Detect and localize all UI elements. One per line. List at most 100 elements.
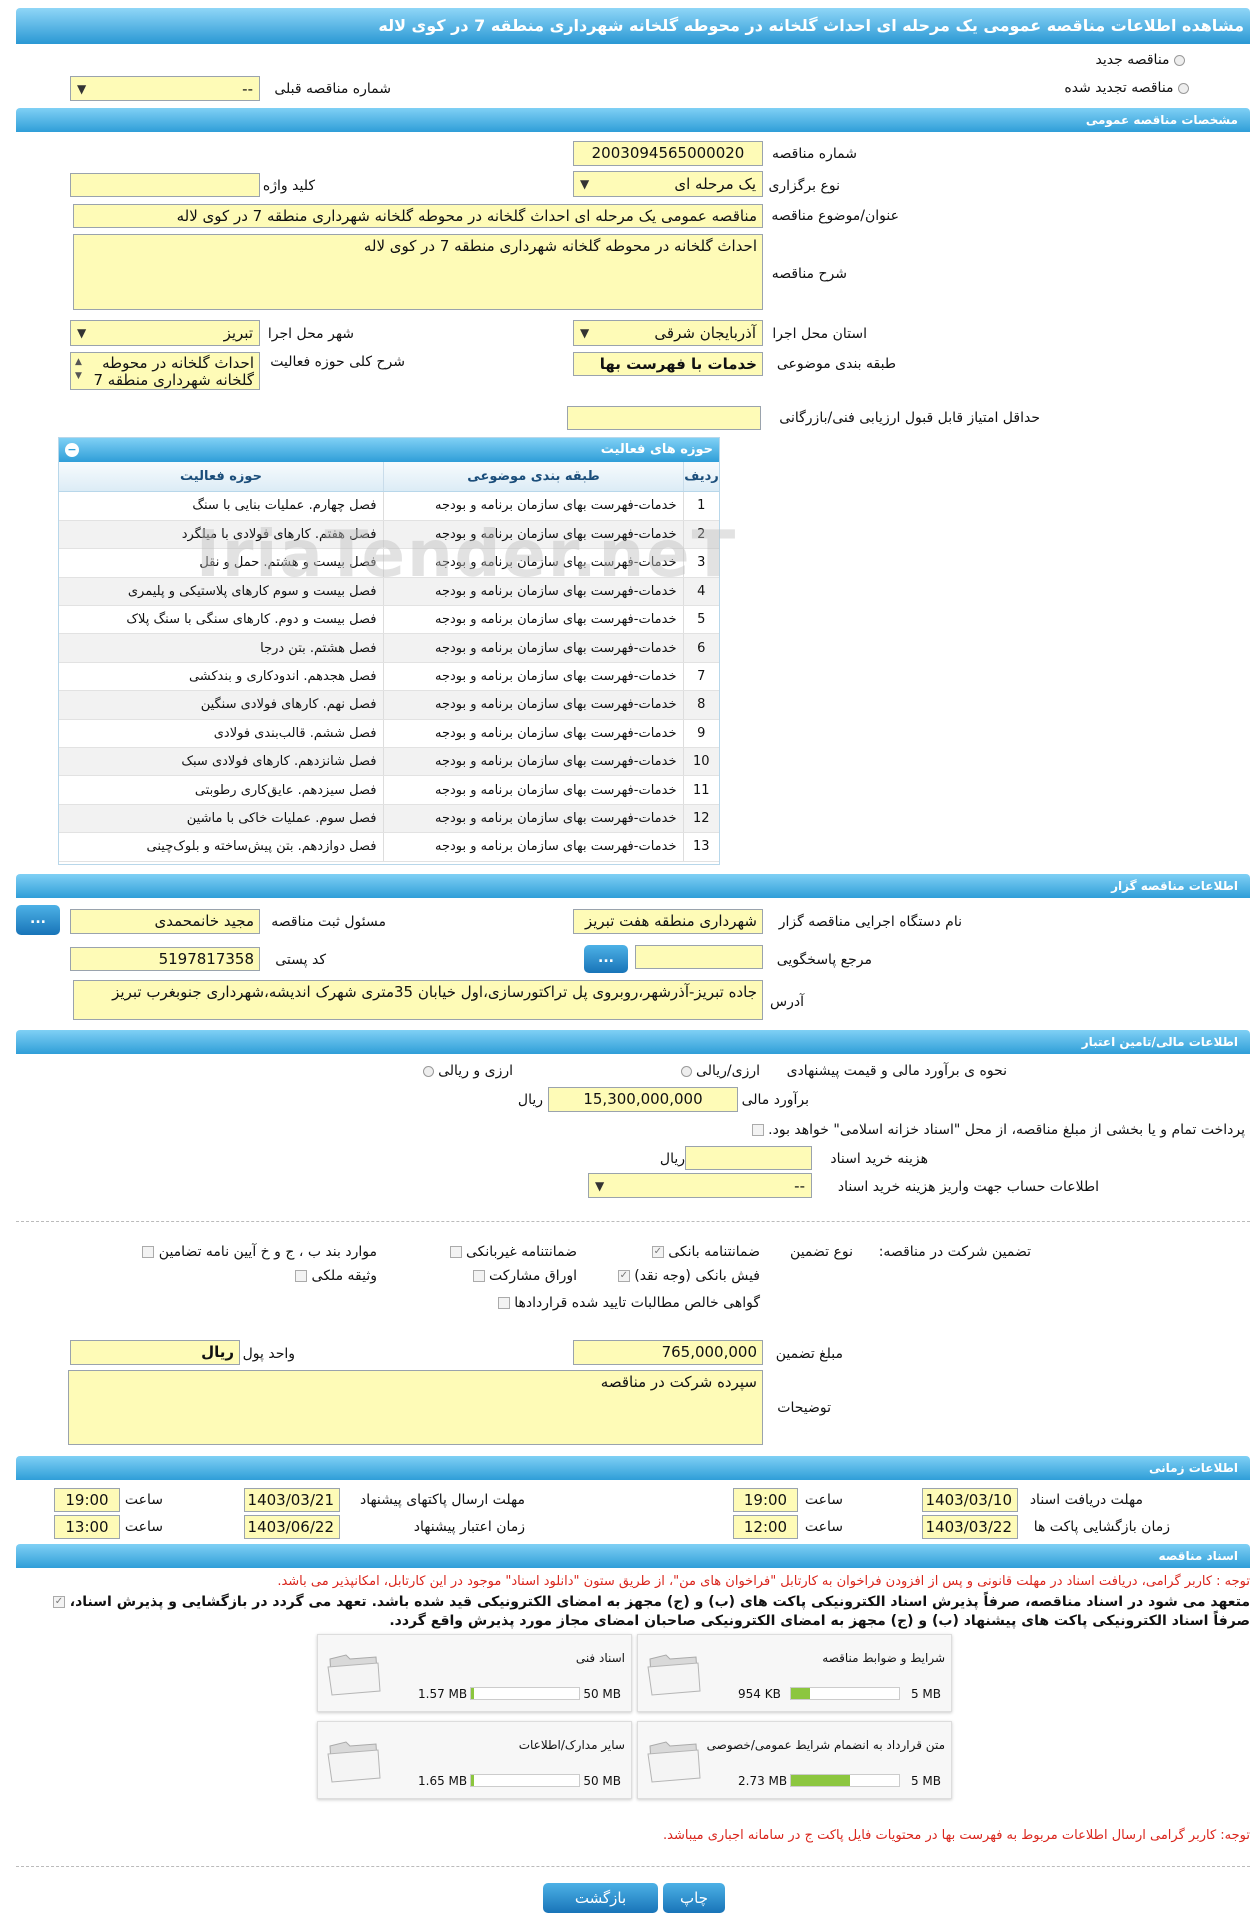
section-general-title: مشخصات مناقصه عمومی — [1085, 113, 1238, 127]
activity-desc-value: احداث گلخانه در محوطه گلخانه شهرداری منط… — [93, 354, 254, 389]
activity-desc-field[interactable]: احداث گلخانه در محوطه گلخانه شهرداری منط… — [70, 352, 260, 390]
opt-cert[interactable]: گواهی خالص مطالبات تایید شده قراردادها — [497, 1295, 760, 1311]
opt-cert-checkbox[interactable] — [497, 1297, 510, 1309]
document-card[interactable]: اسناد فنی 50 MB 1.57 MB — [317, 1634, 632, 1712]
category-field: خدمات با فهرست بها — [573, 352, 763, 376]
document-size: 1.65 MB — [418, 1774, 468, 1788]
ref-dots-button[interactable]: ... — [584, 945, 628, 973]
tender-number-label: شماره مناقصه — [772, 146, 857, 162]
ref-field — [635, 945, 763, 969]
col-activity: حوزه فعالیت — [180, 469, 262, 484]
province-label: استان محل اجرا — [772, 326, 867, 342]
min-score-label: حداقل امتیاز قابل قبول ارزیابی فنی/بازرگ… — [779, 410, 1040, 426]
document-progress-fill — [791, 1688, 811, 1699]
province-select[interactable]: آذربایجان شرقی ▼ — [573, 320, 763, 346]
radio-new-circle[interactable] — [1174, 54, 1185, 66]
method-opt2-label: ارزی و ریالی — [438, 1063, 513, 1079]
radio-renewed[interactable]: مناقصه تجدید شده — [1064, 80, 1189, 96]
send-date: 1403/03/21 — [244, 1488, 340, 1512]
opt-nonbank[interactable]: ضمانتنامه غیربانکی — [449, 1244, 577, 1260]
row-category: خدمات-فهرست بهای سازمان برنامه و بودجه — [382, 605, 683, 635]
row-category: خدمات-فهرست بهای سازمان برنامه و بودجه — [382, 832, 683, 862]
open-date: 1403/03/22 — [922, 1515, 1018, 1539]
opt-nonbank-checkbox[interactable] — [449, 1246, 462, 1258]
scroll-arrows-icon[interactable]: ▲ ▼ — [75, 355, 82, 383]
postal-label: کد پستی — [275, 952, 326, 968]
prev-number-value: -- — [242, 80, 253, 98]
opt-bonds-checkbox[interactable] — [472, 1270, 485, 1282]
opt-bank-checkbox[interactable]: ✓ — [651, 1246, 664, 1258]
commit-line1-text: متعهد می شود در اسناد مناقصه، صرفاً پذیر… — [69, 1594, 1250, 1610]
method-opt1[interactable]: ارزی/ریالی — [680, 1063, 760, 1079]
row-category: خدمات-فهرست بهای سازمان برنامه و بودجه — [382, 690, 683, 720]
estimate-unit: ریال — [517, 1092, 543, 1108]
treasury-row[interactable]: پرداخت تمام و یا بخشی از مبلغ مناقصه، از… — [751, 1122, 1245, 1138]
document-max-size: 50 MB — [583, 1687, 621, 1701]
opt-property[interactable]: وثیقه ملکی — [295, 1268, 377, 1284]
table-row: 1 خدمات-فهرست بهای سازمان برنامه و بودجه ف… — [59, 492, 719, 521]
row-number: 10 — [682, 747, 719, 777]
opt-property-label: وثیقه ملکی — [311, 1268, 377, 1284]
opt-b-checkbox[interactable] — [142, 1246, 155, 1258]
method-label: نحوه ی برآورد مالی و قیمت پیشنهادی — [786, 1063, 1007, 1079]
city-select[interactable]: تبریز ▼ — [70, 320, 260, 346]
row-activity: فصل دوازدهم. بتن پیش‌ساخته و بلوک‌چینی — [59, 832, 383, 862]
section-finance: اطلاعات مالی/تامین اعتبار — [16, 1030, 1250, 1054]
row-number: 6 — [682, 633, 719, 663]
send-label: مهلت ارسال پاکتهای پیشنهاد — [359, 1492, 525, 1508]
row-activity: فصل ششم. قالب‌بندی فولادی — [59, 719, 383, 749]
radio-new[interactable]: مناقصه جدید — [1096, 52, 1185, 68]
opt-cash[interactable]: فیش بانکی (وجه نقد) ✓ — [617, 1268, 760, 1284]
opt-b[interactable]: موارد بند ب ، ج و خ آیین نامه تضامین — [142, 1244, 377, 1260]
opt-cash-label: فیش بانکی (وجه نقد) — [634, 1268, 760, 1284]
ref-label: مرجع پاسخگویی — [776, 952, 872, 968]
document-size: 1.57 MB — [418, 1687, 468, 1701]
document-card[interactable]: سایر مدارک/اطلاعات 50 MB 1.65 MB — [317, 1721, 632, 1799]
section-documents-title: اسناد مناقصه — [1158, 1549, 1238, 1563]
method-opt1-radio[interactable] — [680, 1065, 692, 1077]
document-progress-fill — [791, 1775, 851, 1786]
opt-property-checkbox[interactable] — [295, 1270, 308, 1282]
account-label: اطلاعات حساب جهت واریز هزینه خرید اسناد — [837, 1179, 1099, 1195]
chevron-down-icon: ▼ — [77, 82, 87, 96]
divider — [16, 1866, 1250, 1867]
city-label: شهر محل اجرا — [267, 326, 354, 342]
type-label: نوع برگزاری — [768, 178, 840, 194]
commit-line1[interactable]: متعهد می شود در اسناد مناقصه، صرفاً پذیر… — [52, 1594, 1250, 1610]
print-button[interactable]: چاپ — [663, 1883, 725, 1913]
document-card[interactable]: شرایط و ضوابط مناقصه 5 MB 954 KB — [637, 1634, 952, 1712]
open-label: زمان بازگشایی پاکت ها — [1033, 1519, 1170, 1535]
prev-number-label: شماره مناقصه قبلی — [274, 81, 391, 97]
col-row: ردیف — [683, 462, 719, 491]
method-opt2-radio[interactable] — [422, 1065, 434, 1077]
row-activity: فصل شانزدهم. کارهای فولادی سبک — [59, 747, 383, 777]
treasury-checkbox[interactable] — [751, 1124, 764, 1136]
back-button[interactable]: بازگشت — [543, 1883, 658, 1913]
section-timing-title: اطلاعات زمانی — [1149, 1461, 1238, 1475]
doc-cost-unit: ریال — [659, 1151, 685, 1167]
row-category: خدمات-فهرست بهای سازمان برنامه و بودجه — [382, 747, 683, 777]
radio-renewed-circle[interactable] — [1178, 82, 1189, 94]
opt-nonbank-label: ضمانتنامه غیربانکی — [465, 1244, 577, 1260]
prev-number-select[interactable]: -- ▼ — [70, 76, 260, 101]
type-select[interactable]: یک مرحله ای ▼ — [573, 171, 763, 197]
resp-label: مسئول ثبت مناقصه — [271, 914, 386, 930]
opt-bonds[interactable]: اوراق مشارکت — [472, 1268, 577, 1284]
notes-label: توضیحات — [777, 1400, 831, 1416]
commit-checkbox[interactable]: ✓ — [52, 1596, 65, 1608]
org-field: شهرداری منطقه هفت تبریز — [573, 909, 763, 934]
collapse-icon[interactable]: − — [65, 443, 79, 457]
opt-cash-checkbox[interactable]: ✓ — [617, 1270, 630, 1282]
resp-dots-button[interactable]: ... — [16, 905, 60, 935]
document-title: سایر مدارک/اطلاعات — [518, 1738, 625, 1752]
document-card[interactable]: متن قرارداد به انضمام شرایط عمومی/خصوصی 5… — [637, 1721, 952, 1799]
method-opt2[interactable]: ارزی و ریالی — [422, 1063, 513, 1079]
opt-bank[interactable]: ضمانتنامه بانکی ✓ — [651, 1244, 760, 1260]
commit-line2: صرفاً اسناد الکترونیکی پاکت های پیشنهاد … — [389, 1613, 1250, 1629]
estimate-label: برآورد مالی — [741, 1092, 809, 1108]
activity-desc-label: شرح کلی حوزه فعالیت — [270, 354, 405, 370]
section-general: مشخصات مناقصه عمومی — [16, 108, 1250, 132]
table-row: 10 خدمات-فهرست بهای سازمان برنامه و بودجه… — [59, 747, 719, 777]
row-number: 8 — [682, 690, 719, 720]
account-select[interactable]: -- ▼ — [588, 1173, 812, 1198]
